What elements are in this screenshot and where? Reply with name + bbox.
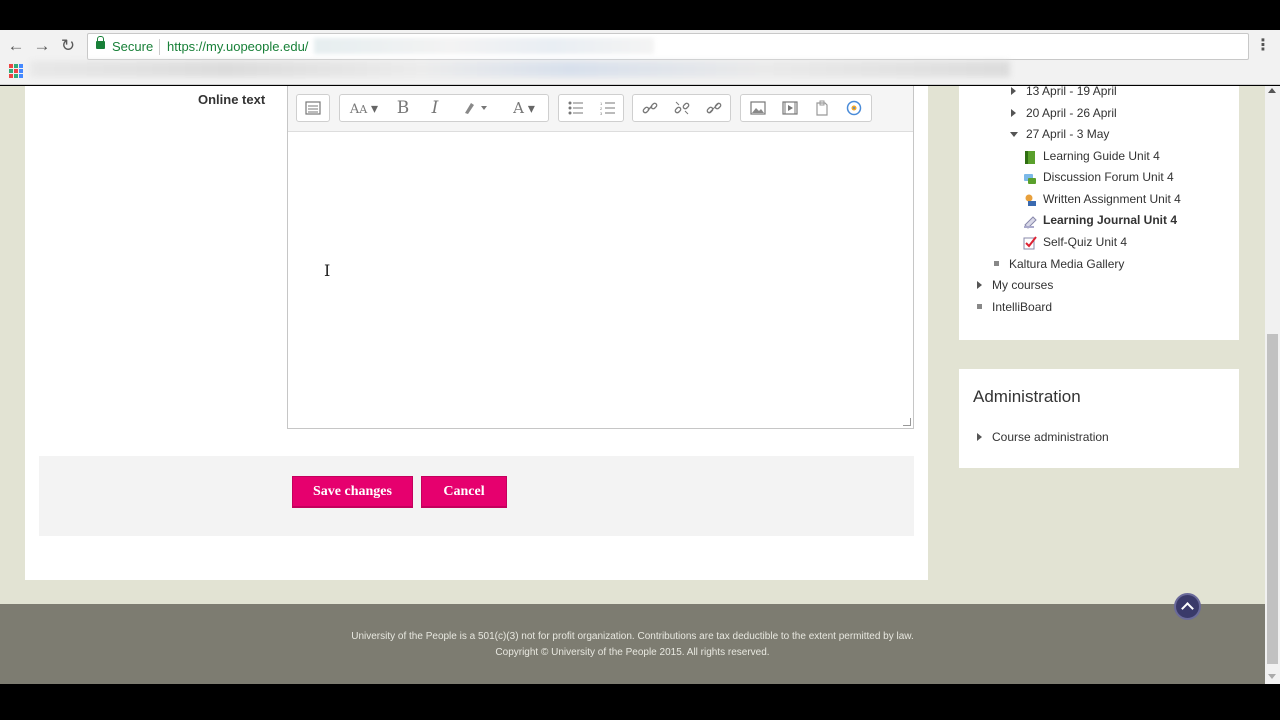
week-13-april[interactable]: 13 April - 19 April (1026, 86, 1117, 98)
week-27-april[interactable]: 27 April - 3 May (1026, 127, 1109, 141)
bookmarks-bar-blurred (30, 61, 1010, 77)
auto-link-icon[interactable] (699, 95, 729, 121)
forum-icon (1024, 174, 1036, 184)
lock-icon (96, 36, 105, 49)
font-size-icon[interactable]: AA ▾ (342, 95, 386, 121)
navigation-block: 13 April - 19 April 20 April - 26 April … (959, 86, 1239, 340)
bullet-icon (994, 261, 999, 266)
apps-grid-icon[interactable] (9, 64, 23, 78)
expand-arrow-icon[interactable] (1011, 87, 1016, 95)
form-actions: Save changes Cancel (39, 456, 914, 536)
footer: University of the People is a 501(c)(3) … (0, 604, 1265, 684)
bullet-icon (977, 304, 982, 309)
url-path-blurred (314, 38, 654, 54)
italic-icon[interactable]: I (420, 95, 450, 121)
page-scrollbar[interactable] (1265, 86, 1280, 684)
administration-title: Administration (973, 387, 1081, 406)
expand-arrow-icon[interactable] (1011, 109, 1016, 117)
self-quiz-unit-4[interactable]: Self-Quiz Unit 4 (1043, 235, 1127, 249)
scroll-up-arrow-icon[interactable] (1268, 88, 1276, 93)
expand-arrow-icon[interactable] (977, 433, 982, 441)
expand-arrow-icon[interactable] (977, 281, 982, 289)
reload-icon[interactable]: ↻ (57, 35, 79, 57)
quiz-icon (1023, 236, 1037, 250)
cancel-button[interactable]: Cancel (421, 476, 507, 508)
kaltura-media-gallery[interactable]: Kaltura Media Gallery (1009, 257, 1124, 271)
unlink-icon[interactable] (667, 95, 697, 121)
back-to-top-icon[interactable] (1174, 593, 1201, 620)
svg-text:3: 3 (600, 111, 603, 115)
written-assignment-unit-4[interactable]: Written Assignment Unit 4 (1043, 192, 1181, 206)
media-icon[interactable] (775, 95, 805, 121)
editor-resize-handle[interactable] (903, 418, 911, 426)
bold-icon[interactable]: B (388, 95, 418, 121)
arrow-left-icon[interactable]: ← (5, 35, 27, 57)
ordered-list-icon[interactable]: 123 (593, 95, 623, 121)
intelliboard[interactable]: IntelliBoard (992, 300, 1052, 314)
collapse-arrow-icon[interactable] (1010, 132, 1018, 137)
arrow-right-icon[interactable]: → (31, 35, 53, 57)
browser-menu-icon[interactable]: ⋮ (1255, 35, 1271, 55)
online-text-editor[interactable]: AA ▾ B I A ▾ 123 (287, 86, 914, 429)
scrollbar-thumb[interactable] (1267, 334, 1278, 664)
screen-bottom-bar (0, 684, 1280, 720)
address-bar[interactable]: Secure https://my.uopeople.edu/ ☆ (87, 33, 1249, 60)
toolbar-group-1 (296, 94, 330, 122)
toolbar-group-5 (740, 94, 872, 122)
footer-copyright: Copyright © University of the People 201… (495, 647, 770, 658)
toolbar-group-2: AA ▾ B I A ▾ (339, 94, 549, 122)
scroll-down-arrow-icon[interactable] (1268, 674, 1276, 679)
journal-icon (1024, 216, 1037, 229)
editor-toolbar: AA ▾ B I A ▾ 123 (288, 86, 913, 132)
unordered-list-icon[interactable] (561, 95, 591, 121)
footer-notice: University of the People is a 501(c)(3) … (351, 631, 914, 642)
online-text-label: Online text (198, 92, 266, 107)
learning-journal-unit-4[interactable]: Learning Journal Unit 4 (1043, 213, 1177, 227)
link-icon[interactable] (635, 95, 665, 121)
toolbar-toggle-icon[interactable] (297, 95, 329, 121)
toolbar-group-3: 123 (558, 94, 624, 122)
address-separator (159, 39, 160, 55)
screen-top-bar (0, 0, 1280, 30)
assignment-icon (1025, 194, 1036, 206)
save-changes-button[interactable]: Save changes (292, 476, 413, 508)
styles-icon[interactable] (454, 95, 498, 121)
accessibility-icon[interactable] (839, 95, 869, 121)
toolbar-group-4 (632, 94, 731, 122)
image-icon[interactable] (743, 95, 773, 121)
text-cursor-icon: I (324, 261, 331, 280)
course-administration[interactable]: Course administration (992, 430, 1109, 444)
book-icon (1025, 151, 1035, 164)
week-20-april[interactable]: 20 April - 26 April (1026, 106, 1117, 120)
page-content: Online text AA ▾ B I A ▾ 1 2 3 Save chan… (0, 86, 1265, 684)
files-icon[interactable] (807, 95, 837, 121)
secure-label: Secure (112, 39, 154, 54)
discussion-forum-unit-4[interactable]: Discussion Forum Unit 4 (1043, 170, 1174, 184)
font-color-icon[interactable]: A ▾ (502, 95, 546, 121)
administration-block: Administration Course administration (959, 369, 1239, 468)
learning-guide-unit-4[interactable]: Learning Guide Unit 4 (1043, 149, 1160, 163)
my-courses[interactable]: My courses (992, 278, 1053, 292)
url-text[interactable]: https://my.uopeople.edu/ (167, 39, 308, 54)
main-region: Online text AA ▾ B I A ▾ 1 2 3 Save chan… (25, 86, 928, 580)
browser-chrome: ← → ↻ Secure https://my.uopeople.edu/ ☆ … (0, 30, 1280, 85)
